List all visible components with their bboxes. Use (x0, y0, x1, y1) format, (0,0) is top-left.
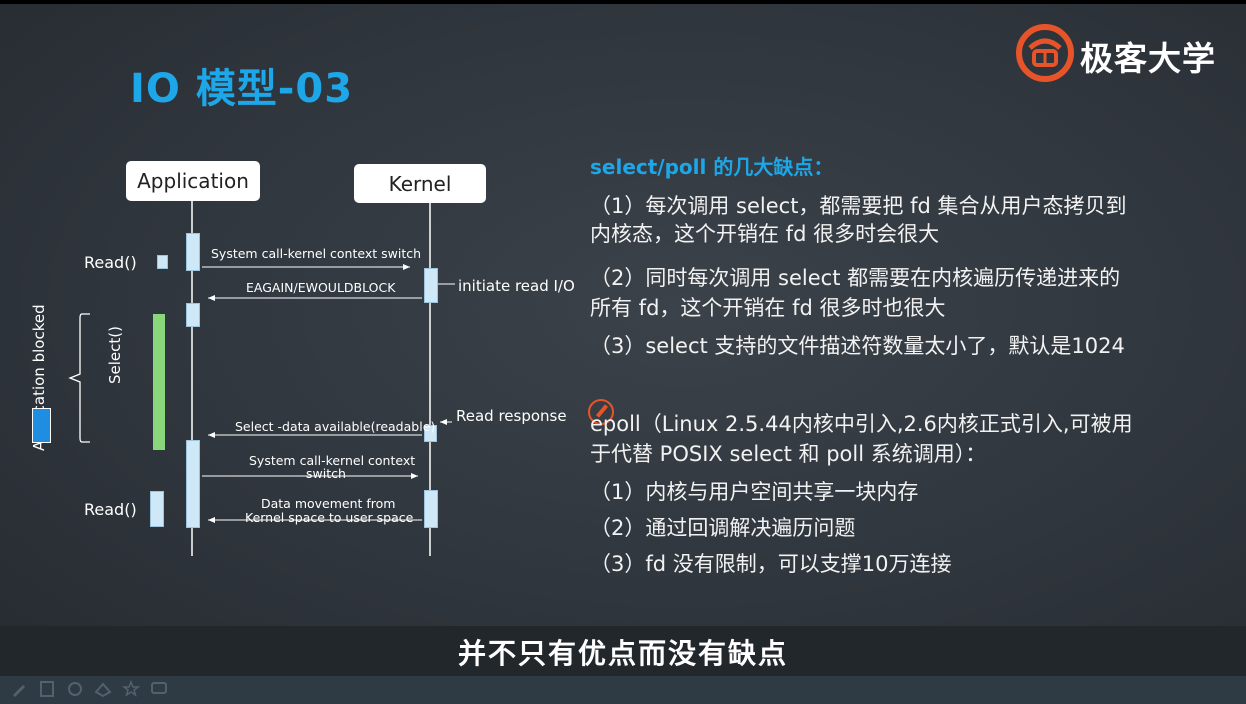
comment-icon[interactable] (150, 680, 168, 698)
epoll-item2: （2）通过回调解决遍历问题 (590, 516, 856, 540)
epoll-line1: epoll（Linux 2.5.44内核中引入,2.6内核正式引入,可被用 (590, 412, 1133, 436)
video-subtitle: 并不只有优点而没有缺点 (457, 637, 788, 670)
application-box: Application (126, 161, 260, 201)
kernel-activation-3 (424, 490, 438, 528)
item1-line1: （1）每次调用 select，都需要把 fd 集合从用户态拷贝到 (590, 194, 1127, 218)
document-icon[interactable] (38, 680, 56, 698)
select-data-label: Select -data available(readable) (235, 419, 436, 434)
application-label: Application (137, 169, 249, 193)
epoll-item3: （3）fd 没有限制，可以支撑10万连接 (590, 552, 952, 576)
read-label-1: Read() (84, 253, 137, 272)
pen-icon[interactable] (10, 680, 28, 698)
kernel-label: Kernel (388, 171, 452, 196)
annotation-toolbar (0, 676, 1246, 704)
read-label-2: Read() (84, 500, 137, 519)
kernel-activation-1 (424, 268, 438, 303)
select-label: Select() (106, 326, 124, 384)
data-move-label-b: Kernel space to user space (245, 510, 414, 525)
epoll-line2: 于代替 POSIX select 和 poll 系统调用）： (590, 442, 987, 466)
brush-icon[interactable] (66, 680, 84, 698)
app-activation-1 (186, 233, 200, 271)
read-marker-1 (157, 255, 168, 269)
app-activation-2 (186, 303, 200, 327)
select-poll-heading: select/poll 的几大缺点： (590, 155, 834, 179)
item1-line2: 内核态，这个开销在 fd 很多时会很大 (590, 222, 940, 246)
epoll-item1: （1）内核与用户空间共享一块内存 (590, 480, 919, 504)
data-move-label-a: Data movement from (261, 496, 396, 511)
read-marker-2 (150, 491, 164, 527)
slide: IO 模型-03 极客大学 Application Kernel Read() … (0, 4, 1246, 676)
diagram-lines (68, 200, 455, 556)
app-activation-3 (186, 440, 200, 528)
star-icon[interactable] (122, 680, 140, 698)
logo-text: 极客大学 (1080, 39, 1216, 78)
select-blocked-bar (153, 314, 165, 450)
item3: （3）select 支持的文件描述符数量太小了，默认是1024 (590, 334, 1125, 358)
syscall-label-1: System call-kernel context switch (211, 246, 422, 261)
eagain-label: EAGAIN/EWOULDBLOCK (246, 280, 396, 295)
item2-line1: （2）同时每次调用 select 都需要在内核遍历传递进来的 (590, 266, 1121, 290)
read-response-label: Read response (456, 407, 567, 425)
syscall-label-2b: switch (306, 466, 346, 481)
eraser-icon[interactable] (94, 680, 112, 698)
io-sequence-diagram: Application Kernel Read() Read() System … (0, 4, 600, 676)
item2-line2: 所有 fd，这个开销在 fd 很多时也很大 (590, 296, 946, 320)
selection-highlight (32, 408, 51, 443)
kernel-box: Kernel (354, 164, 486, 203)
initiate-label: initiate read I/O (458, 277, 575, 295)
logo-icon (1016, 24, 1074, 82)
